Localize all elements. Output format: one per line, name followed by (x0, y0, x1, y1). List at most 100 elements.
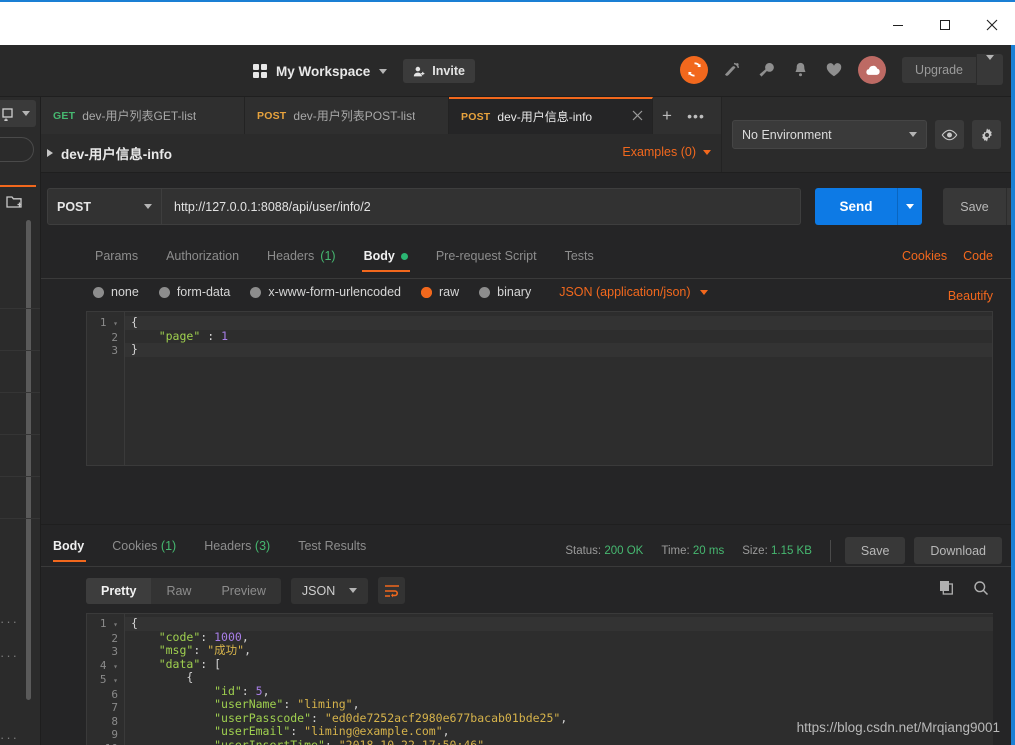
beautify-button[interactable]: Beautify (948, 289, 993, 303)
maximize-button[interactable] (921, 4, 968, 46)
code-line: "page" : 1 (158, 328, 228, 343)
format-raw[interactable]: Raw (151, 578, 206, 604)
format-preview[interactable]: Preview (206, 578, 280, 604)
time-meta: Time: 20 ms (661, 545, 724, 557)
sidebar-list-item[interactable] (0, 351, 40, 393)
line-numbers: 1 ▾ 2 3 (87, 312, 124, 358)
radio-dot-selected-icon (421, 286, 432, 298)
search-icon[interactable] (973, 580, 989, 596)
sidebar-list-item[interactable] (0, 393, 40, 435)
expand-triangle-icon[interactable] (47, 149, 53, 157)
sidebar-search-input[interactable] (0, 137, 34, 162)
url-input[interactable]: http://127.0.0.1:8088/api/user/info/2 (162, 188, 801, 225)
sidebar-item-menu-icon[interactable]: ··· (0, 648, 19, 663)
window-controls (874, 4, 1015, 46)
minimize-button[interactable] (874, 4, 921, 46)
postman-window: My Workspace Invite Upgrade ··· ··· ··· … (0, 0, 1015, 745)
gear-icon[interactable] (972, 120, 1001, 149)
new-collection-icon[interactable] (6, 194, 24, 210)
radio-dot-icon (158, 286, 170, 298)
tab-method: GET (53, 109, 76, 122)
save-request-button[interactable]: Save (943, 188, 1006, 225)
request-tab-post-list[interactable]: POST dev-用户列表POST-list (245, 97, 449, 134)
download-response-button[interactable]: Download (914, 537, 1002, 564)
response-tab-test-results[interactable]: Test Results (284, 529, 380, 562)
content-type-selector[interactable]: JSON (application/json) (559, 285, 708, 299)
invite-button[interactable]: Invite (403, 59, 475, 83)
cloud-icon[interactable] (858, 55, 887, 84)
sidebar-active-indicator (0, 185, 36, 187)
main-area: GET dev-用户列表GET-list POST dev-用户列表POST-l… (41, 97, 1015, 745)
sidebar-list-item[interactable] (0, 267, 40, 309)
tab-headers[interactable]: Headers (1) (253, 239, 350, 272)
body-modified-dot-icon (400, 252, 408, 260)
add-person-icon (414, 66, 425, 76)
request-body-editor[interactable]: 1 ▾ 2 3 { "page" : 1} (86, 311, 993, 466)
tab-tests[interactable]: Tests (551, 239, 608, 272)
new-button[interactable] (0, 100, 36, 127)
left-sidebar: ··· ··· ··· (0, 97, 41, 745)
divider (41, 566, 1011, 567)
word-wrap-icon[interactable] (378, 577, 406, 604)
workspace-name[interactable]: My Workspace (276, 64, 370, 79)
cookies-link[interactable]: Cookies (902, 249, 947, 263)
response-language-selector[interactable]: JSON (290, 577, 369, 604)
response-tab-body[interactable]: Body (41, 529, 98, 562)
wrench-icon[interactable] (756, 60, 776, 80)
send-button[interactable]: Send (815, 188, 897, 225)
radio-dot-icon (479, 286, 491, 298)
environment-selector[interactable]: No Environment (732, 120, 927, 149)
request-body-code: { "page" : 1} (131, 312, 992, 357)
tab-count: (1) (320, 249, 336, 263)
sync-icon[interactable] (680, 55, 709, 84)
tab-label: Test Results (298, 539, 367, 553)
chevron-down-icon[interactable] (379, 68, 388, 74)
tab-authorization[interactable]: Authorization (152, 239, 253, 272)
send-options-button[interactable] (897, 188, 922, 225)
sidebar-item-menu-icon[interactable]: ··· (0, 730, 19, 745)
heart-icon[interactable] (824, 60, 844, 80)
radio-form-data[interactable]: form-data (158, 285, 230, 299)
radio-x-www-form-urlencoded[interactable]: x-www-form-urlencoded (250, 285, 401, 299)
examples-dropdown[interactable]: Examples (0) (622, 145, 711, 159)
line-number: 2 (111, 330, 118, 344)
close-tab-icon[interactable] (632, 110, 643, 121)
satellite-icon[interactable] (722, 60, 742, 80)
tab-params[interactable]: Params (81, 239, 152, 272)
format-pretty[interactable]: Pretty (86, 577, 152, 604)
request-tab-post-info[interactable]: POST dev-用户信息-info (449, 97, 653, 134)
radio-none[interactable]: none (93, 285, 139, 299)
http-method-selector[interactable]: POST (47, 188, 162, 225)
response-format-toggle: Pretty Raw Preview (86, 577, 281, 604)
tab-count: (3) (254, 539, 271, 553)
upgrade-button[interactable]: Upgrade (902, 56, 976, 83)
tab-options-icon[interactable]: ••• (681, 97, 711, 134)
sidebar-list-item[interactable] (0, 435, 40, 477)
save-response-button[interactable]: Save (844, 537, 906, 564)
upgrade-dropdown-button[interactable] (976, 54, 1003, 85)
tab-pre-request-script[interactable]: Pre-request Script (422, 239, 551, 272)
tab-body[interactable]: Body (350, 239, 422, 272)
eye-icon[interactable] (935, 120, 964, 149)
response-tab-cookies[interactable]: Cookies (1) (98, 529, 190, 562)
bell-icon[interactable] (790, 60, 810, 80)
sidebar-list-item[interactable] (0, 309, 40, 351)
response-tab-headers[interactable]: Headers (3) (190, 529, 284, 562)
tab-label: Pre-request Script (435, 249, 537, 263)
radio-raw[interactable]: raw (421, 285, 459, 299)
code-line: "data": [ (158, 656, 222, 671)
line-number: 2 (111, 631, 118, 645)
copy-icon[interactable] (939, 580, 955, 596)
window-edge-highlight (1011, 45, 1015, 745)
sidebar-list-item[interactable] (0, 477, 40, 519)
response-section-tabs: Body Cookies (1) Headers (3) Test Result… (41, 529, 380, 562)
app-shell: My Workspace Invite Upgrade ··· ··· ··· … (0, 45, 1015, 745)
new-tab-button[interactable]: + (653, 97, 681, 134)
close-button[interactable] (968, 4, 1015, 46)
sidebar-item-menu-icon[interactable]: ··· (0, 614, 19, 629)
code-link[interactable]: Code (963, 249, 993, 263)
radio-binary[interactable]: binary (479, 285, 531, 299)
new-dropdown-caret-icon[interactable] (22, 111, 30, 116)
request-tab-get-list[interactable]: GET dev-用户列表GET-list (41, 97, 245, 134)
code-line: "msg": "成功", (158, 643, 251, 657)
